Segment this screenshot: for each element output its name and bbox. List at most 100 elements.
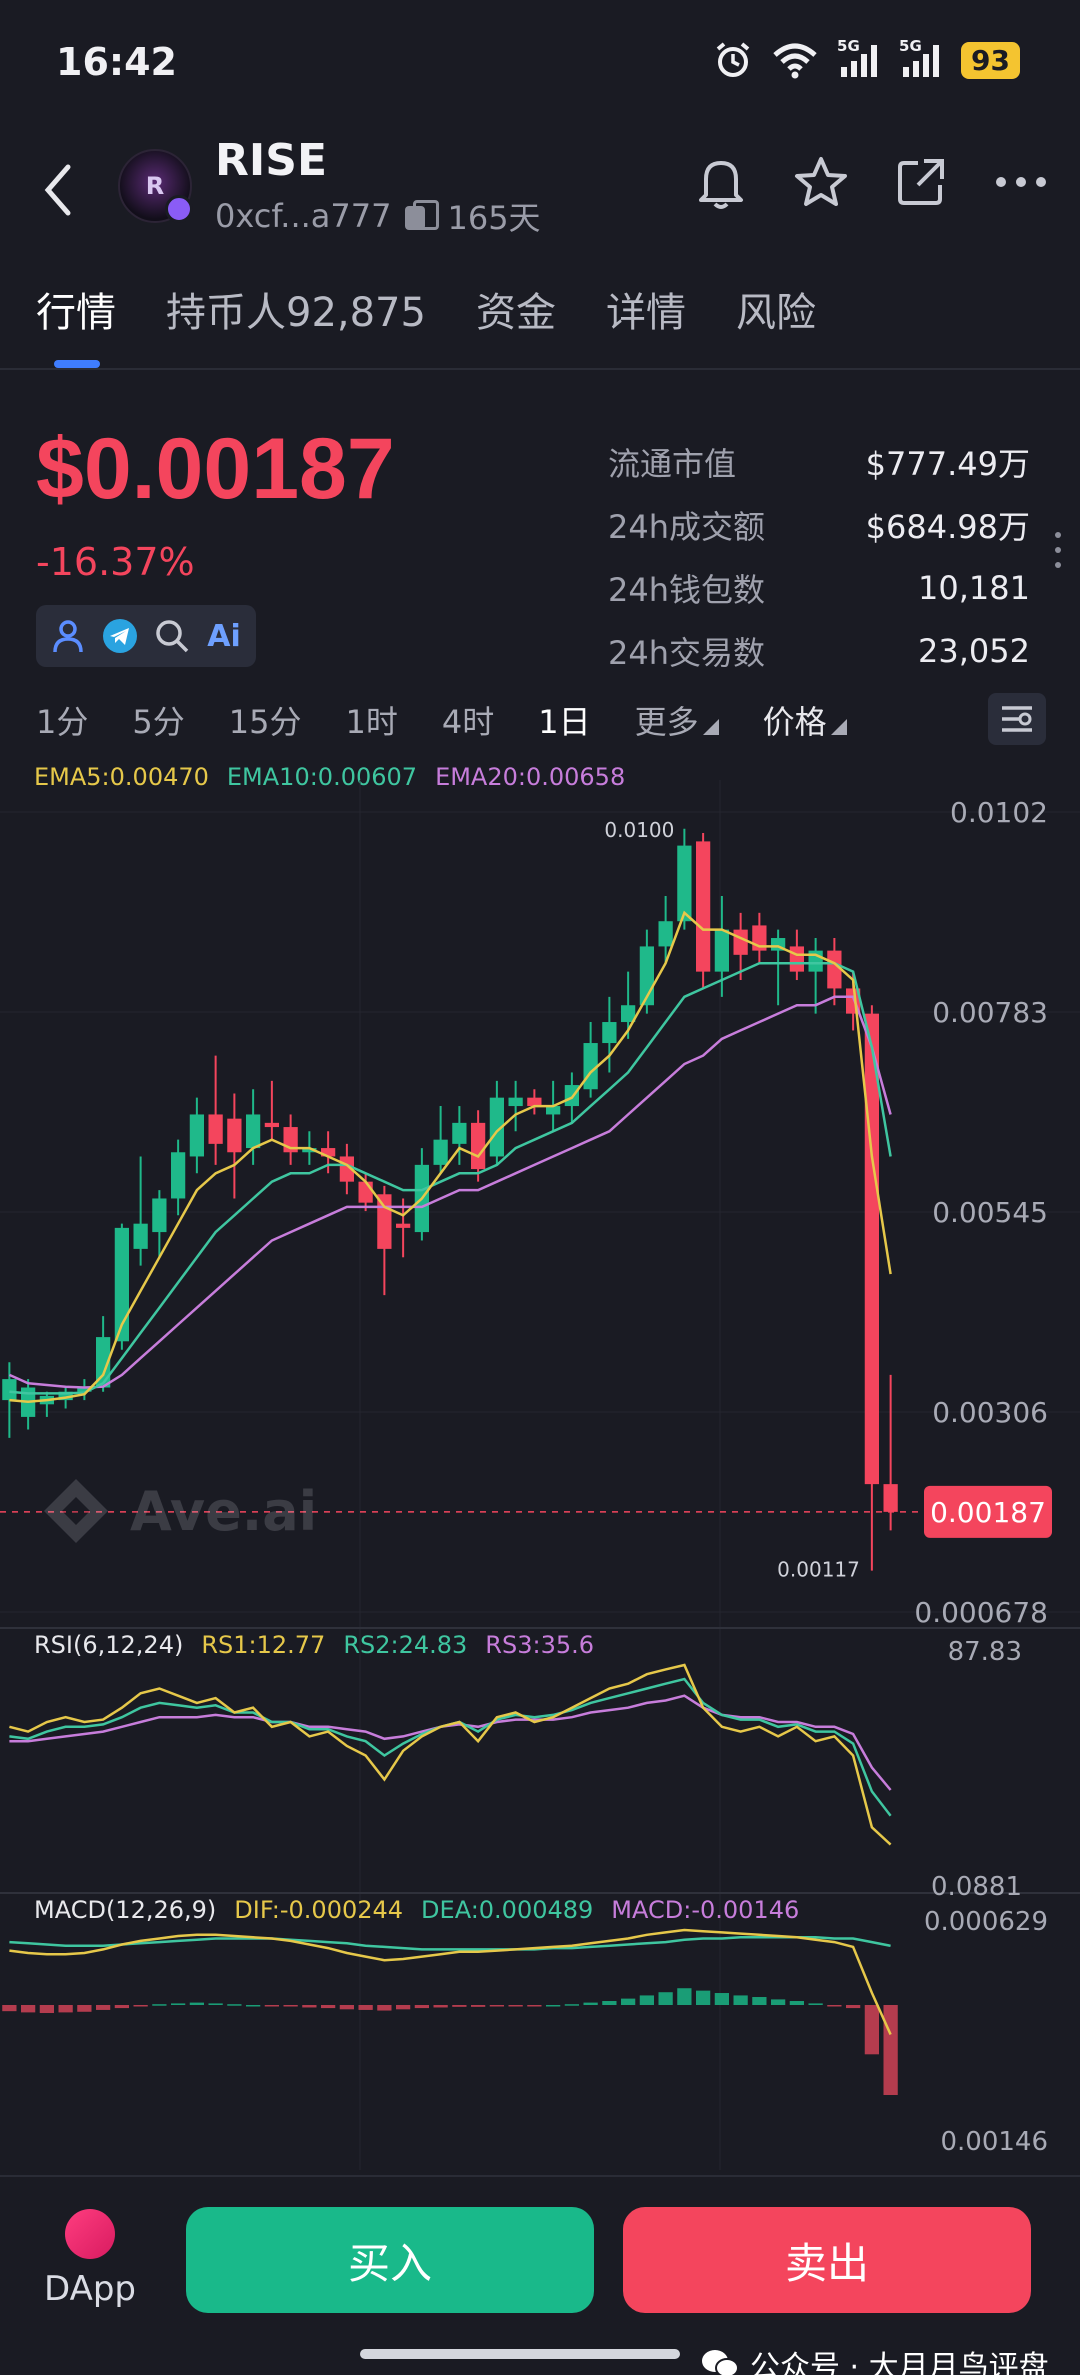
candle-body xyxy=(189,1114,204,1157)
tab-holders[interactable]: 持币人92,875 xyxy=(166,278,426,368)
token-logo-text: R xyxy=(145,172,165,200)
interval-15m[interactable]: 15分 xyxy=(229,697,302,743)
interval-1d[interactable]: 1日 xyxy=(538,697,590,743)
interval-4h[interactable]: 4时 xyxy=(442,697,494,743)
macd-histogram-bar xyxy=(639,1995,654,2005)
tab-funds[interactable]: 资金 xyxy=(476,278,556,368)
interval-1m[interactable]: 1分 xyxy=(36,697,88,743)
tab-market[interactable]: 行情 xyxy=(36,278,116,368)
ai-button[interactable]: Ai xyxy=(206,618,242,654)
candle-body xyxy=(171,1152,186,1199)
stat-label: 24h成交额 xyxy=(608,507,766,546)
macd-histogram-bar xyxy=(396,2005,411,2010)
search-button[interactable] xyxy=(154,618,190,654)
stat-row: 流通市值 $777.49万 xyxy=(608,430,1030,493)
stat-value: 10,181 xyxy=(918,568,1030,607)
candle-body xyxy=(714,929,729,972)
social-links: Ai xyxy=(36,605,256,667)
candle-body xyxy=(264,1122,279,1128)
token-address[interactable]: 0xcf...a777 xyxy=(215,197,391,235)
wifi-icon xyxy=(773,43,817,79)
tab-risk[interactable]: 风险 xyxy=(736,278,816,368)
alarm-icon xyxy=(716,42,750,77)
macd-histogram-bar xyxy=(377,2005,392,2011)
macd-histogram-bar xyxy=(358,2005,373,2010)
chart-type-dropdown[interactable]: 价格 xyxy=(763,697,847,743)
rsi-legend: RSI(6,12,24) RS1:12.77 RS2:24.83 RS3:35.… xyxy=(34,1631,594,1659)
sell-button[interactable]: 卖出 xyxy=(623,2207,1031,2313)
macd-dea-line xyxy=(9,1936,891,1951)
candle-body xyxy=(452,1122,467,1144)
macd-histogram-bar xyxy=(171,2003,186,2005)
watermark-text: Ave.ai xyxy=(130,1479,318,1543)
macd-histogram-bar xyxy=(489,2005,504,2007)
stat-label: 24h交易数 xyxy=(608,633,766,672)
current-price: $0.00187 xyxy=(36,421,395,517)
share-button[interactable] xyxy=(892,153,950,211)
settings-sliders-icon xyxy=(1002,706,1032,732)
macd-histogram-bar xyxy=(752,1997,767,2005)
rsi-rs3: RS3:35.6 xyxy=(485,1631,594,1659)
macd-histogram-bar xyxy=(21,2005,36,2013)
candle-body xyxy=(602,1022,617,1044)
chevron-left-icon xyxy=(44,164,71,216)
tab-details[interactable]: 详情 xyxy=(606,278,686,368)
dapp-button[interactable]: DApp xyxy=(40,2209,140,2309)
wechat-watermark-text: 公众号 · 大月月鸟评盘 xyxy=(750,2350,1049,2375)
macd-histogram-bar xyxy=(471,2005,486,2007)
interval-5m[interactable]: 5分 xyxy=(132,697,184,743)
copy-icon[interactable] xyxy=(403,200,440,232)
macd-histogram-bar xyxy=(152,2004,167,2006)
stat-row: 24h交易数 23,052 xyxy=(608,619,1030,682)
macd-histogram-bar xyxy=(677,1988,692,2005)
candle-body xyxy=(433,1139,448,1165)
interval-more-dropdown[interactable]: 更多 xyxy=(635,697,719,743)
macd-histogram-bar xyxy=(771,1999,786,2005)
more-button[interactable] xyxy=(992,153,1050,211)
net1-label: 5G xyxy=(837,37,860,55)
macd-legend: MACD(12,26,9) DIF:-0.000244 DEA:0.000489… xyxy=(34,1896,799,1924)
macd-histogram-bar xyxy=(621,1998,636,2005)
more-dots-icon xyxy=(996,177,1046,187)
side-menu-icon[interactable] xyxy=(1054,530,1062,570)
community-button[interactable] xyxy=(50,618,86,654)
stat-value: 23,052 xyxy=(918,631,1030,670)
macd-histogram-bar xyxy=(527,2005,542,2007)
home-indicator[interactable] xyxy=(360,2349,680,2359)
favorite-button[interactable] xyxy=(792,153,850,211)
macd-axis-tick: 0.00146 xyxy=(940,2127,1048,2157)
price-change: -16.37% xyxy=(36,540,195,584)
macd-histogram-bar xyxy=(602,2001,617,2005)
wechat-icon xyxy=(702,2350,739,2375)
alert-button[interactable] xyxy=(692,153,750,211)
share-icon xyxy=(898,159,944,205)
candle-body xyxy=(227,1118,242,1153)
macd-dea: DEA:0.000489 xyxy=(421,1896,594,1924)
macd-title: MACD(12,26,9) xyxy=(34,1896,217,1924)
status-time: 16:42 xyxy=(56,40,177,84)
stat-value: $684.98万 xyxy=(865,507,1030,546)
status-icons: 5G 5G 93 xyxy=(713,37,1020,80)
candle-body xyxy=(583,1043,598,1090)
macd-histogram-bar xyxy=(508,2005,523,2007)
rsi-axis-tick: 0.0881 xyxy=(931,1872,1022,1902)
current-price-tag-text: 0.00187 xyxy=(930,1496,1046,1529)
macd-histogram-bar xyxy=(714,1993,729,2005)
macd-histogram-bar xyxy=(452,2005,467,2007)
chart-settings-button[interactable] xyxy=(988,693,1046,745)
rsi-rs1: RS1:12.77 xyxy=(201,1631,326,1659)
candle-body xyxy=(152,1198,167,1233)
macd-histogram-bar xyxy=(414,2005,429,2009)
macd-histogram-bar xyxy=(583,2002,598,2005)
candle-body xyxy=(564,1085,579,1107)
interval-selector: 1分 5分 15分 1时 4时 1日 更多 价格 xyxy=(36,695,1046,745)
macd-histogram-bar xyxy=(321,2005,336,2009)
buy-button[interactable]: 买入 xyxy=(186,2207,594,2313)
macd-histogram-bar xyxy=(864,2005,879,2055)
price-axis-tick: 0.00783 xyxy=(932,996,1048,1029)
back-button[interactable] xyxy=(38,155,88,235)
candle-body xyxy=(696,841,711,972)
interval-1h[interactable]: 1时 xyxy=(345,697,397,743)
telegram-button[interactable] xyxy=(102,618,138,654)
macd-histogram-bar xyxy=(696,1990,711,2005)
